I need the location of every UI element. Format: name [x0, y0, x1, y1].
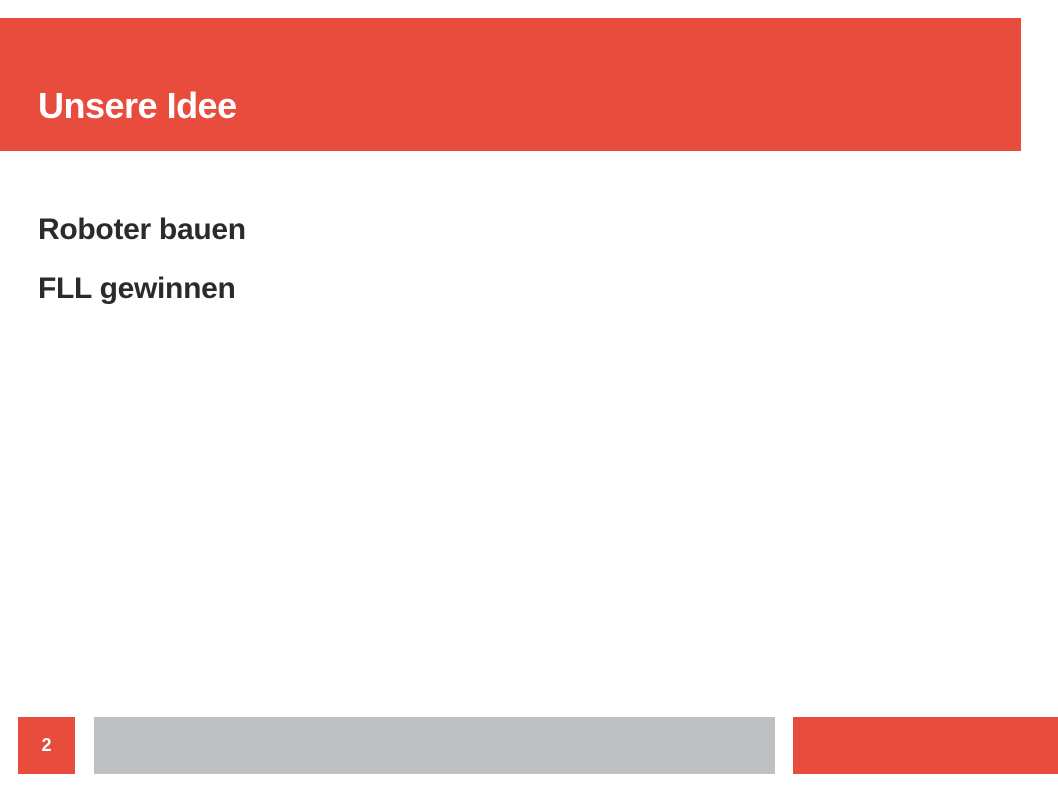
bullet-item-fll-gewinnen: FLL gewinnen [38, 272, 236, 305]
slide-title: Unsere Idee [38, 85, 237, 126]
page-number: 2 [41, 735, 52, 755]
bullet-item-roboter-bauen: Roboter bauen [38, 213, 246, 246]
page-number-box: 2 [18, 717, 75, 774]
footer-bar-red [793, 717, 1058, 774]
footer-bar-gray [94, 717, 775, 774]
bullet-list: Roboter bauen FLL gewinnen [38, 208, 246, 326]
